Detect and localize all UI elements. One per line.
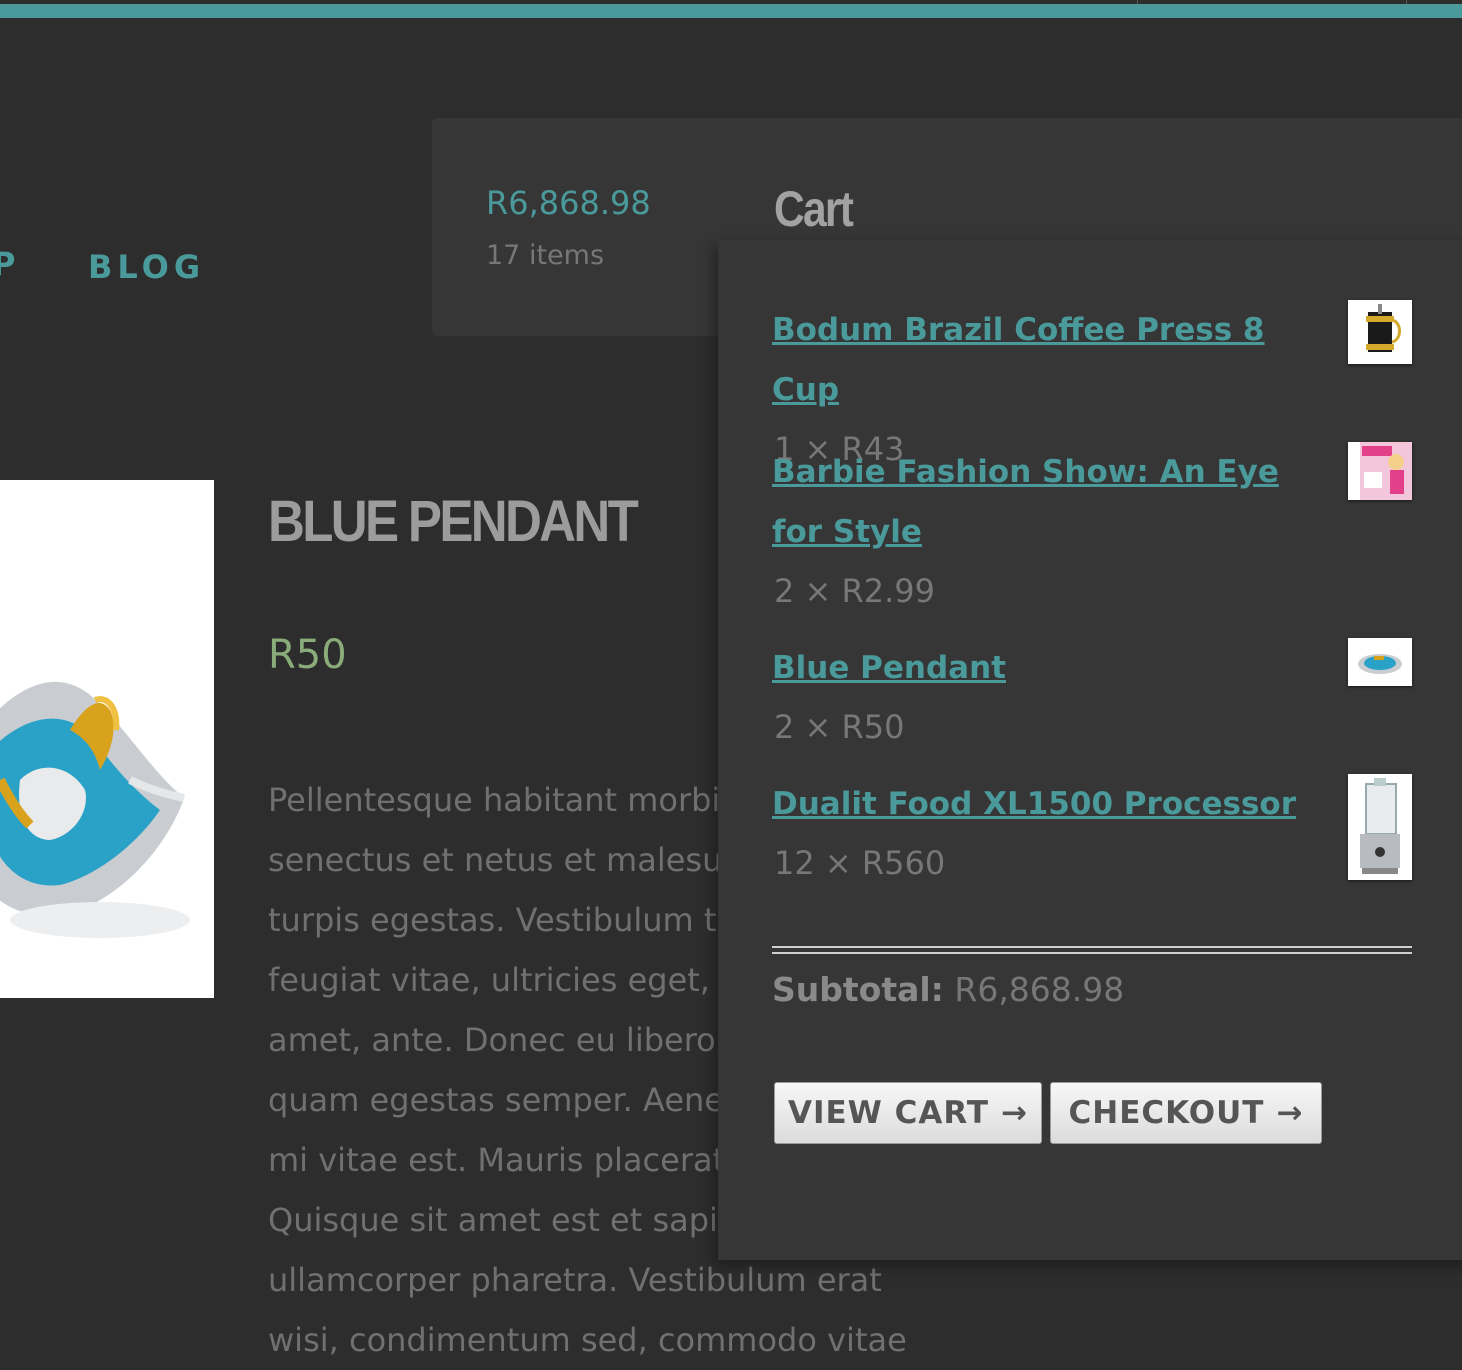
description-line: wisi, condimentum sed, commodo vitae	[268, 1321, 907, 1359]
cart-item-quantity: 2 × R50	[774, 708, 905, 746]
nav-item-blog[interactable]: BLOG	[88, 248, 205, 286]
pendant-image	[0, 681, 190, 938]
cart-item-quantity: 12 × R560	[774, 844, 946, 882]
subtotal-label: Subtotal:	[772, 970, 944, 1009]
cart-summary-total[interactable]: R6,868.98	[486, 184, 651, 222]
checkout-label: CHECKOUT	[1068, 1095, 1265, 1131]
view-cart-button[interactable]: VIEW CART →	[774, 1082, 1042, 1144]
topbar-divider	[1406, 0, 1407, 4]
cart-item: Barbie Fashion Show: An Eye for Style 2 …	[772, 442, 1432, 620]
arrow-right-icon: →	[1001, 1095, 1029, 1131]
product-price: R50	[268, 632, 347, 678]
nav-item-partial[interactable]: P	[0, 245, 15, 283]
product-title: BLUE PENDANT	[268, 489, 639, 554]
coffee-press-icon[interactable]	[1348, 300, 1412, 364]
cart-item: Blue Pendant 2 × R50	[772, 638, 1432, 756]
cart-item-quantity: 2 × R2.99	[774, 572, 935, 610]
barbie-game-icon[interactable]	[1348, 442, 1412, 500]
cart-summary-count[interactable]: 17 items	[486, 240, 604, 271]
cart-item: Dualit Food XL1500 Processor 12 × R560	[772, 774, 1432, 892]
cart-title: Cart	[774, 181, 854, 237]
cart-item-link[interactable]: Blue Pendant	[772, 638, 1317, 698]
view-cart-label: VIEW CART	[787, 1095, 990, 1131]
subtotal-value: R6,868.98	[954, 970, 1125, 1009]
cart-divider	[772, 946, 1412, 954]
pendant-icon[interactable]	[1348, 638, 1412, 686]
cart-subtotal: Subtotal: R6,868.98	[772, 970, 1124, 1009]
food-processor-icon[interactable]	[1348, 774, 1412, 880]
cart-item-link[interactable]: Barbie Fashion Show: An Eye for Style	[772, 442, 1317, 562]
cart-item-link[interactable]: Bodum Brazil Coffee Press 8 Cup	[772, 300, 1317, 420]
product-image[interactable]	[0, 480, 214, 998]
cart-item-link[interactable]: Dualit Food XL1500 Processor	[772, 774, 1317, 834]
topbar-divider	[1137, 0, 1138, 4]
accent-stripe	[0, 4, 1462, 18]
top-accent-bar	[0, 0, 1462, 18]
checkout-button[interactable]: CHECKOUT →	[1050, 1082, 1322, 1144]
arrow-right-icon: →	[1276, 1095, 1304, 1131]
